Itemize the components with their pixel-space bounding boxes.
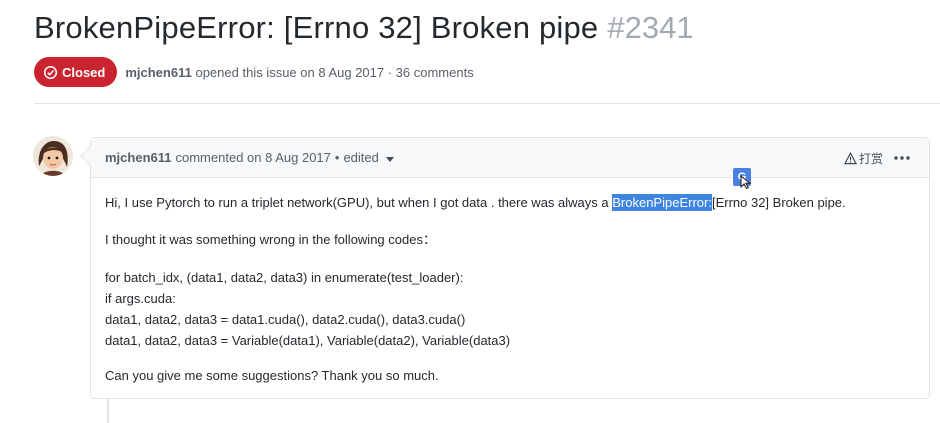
separator-dot: • [334, 150, 340, 165]
body-p1-text: Hi, I use Pytorch to run a triplet netwo… [105, 195, 613, 210]
timeline-line [107, 398, 109, 423]
edited-label: edited [343, 150, 379, 165]
body-p1-tail: [Errno 32] Broken pipe. [711, 195, 846, 210]
issue-number: #2341 [607, 10, 694, 45]
report-label[interactable]: 打赏 [859, 150, 883, 167]
code-line: if args.cuda: [105, 291, 176, 306]
issue-author-link[interactable]: mjchen611 [125, 65, 192, 80]
body-paragraph-1: Hi, I use Pytorch to run a triplet netwo… [105, 194, 846, 212]
comment-box: mjchen611 commented on 8 Aug 2017 • edit… [80, 137, 930, 399]
code-line: for batch_idx, (data1, data2, data3) in … [105, 270, 464, 285]
code-line: data1, data2, data3 = Variable(data1), V… [105, 333, 511, 348]
body-paragraph-3: Can you give me some suggestions? Thank … [105, 368, 439, 383]
issue-meta: Closed mjchen611 opened this issue on 8 … [34, 57, 474, 87]
report-icon[interactable] [843, 151, 857, 165]
comment-actions: 打赏 [843, 138, 911, 178]
header-divider [34, 103, 940, 104]
status-label: Closed [62, 64, 106, 80]
chevron-down-icon [385, 157, 394, 162]
avatar-image [33, 136, 73, 176]
title-row: BrokenPipeError: [Errno 32] Broken pipe … [34, 10, 914, 46]
issue-title: BrokenPipeError: [Errno 32] Broken pipe [34, 10, 599, 45]
edited-dropdown[interactable]: edited [343, 150, 394, 165]
code-line: data1, data2, data3 = data1.cuda(), data… [105, 312, 466, 327]
comment-header: mjchen611 commented on 8 Aug 2017 • edit… [91, 138, 929, 178]
code-block: for batch_idx, (data1, data2, data3) in … [105, 267, 510, 351]
avatar[interactable] [33, 136, 73, 176]
more-icon[interactable] [893, 155, 911, 161]
issue-header: BrokenPipeError: [Errno 32] Broken pipe … [34, 10, 914, 46]
status-badge: Closed [34, 57, 118, 87]
issue-closed-icon [43, 65, 58, 79]
body-paragraph-2: I thought it was something wrong in the … [105, 232, 436, 247]
cursor-icon [740, 175, 752, 189]
comment-timestamp[interactable]: commented on 8 Aug 2017 [176, 150, 331, 165]
issue-meta-text: mjchen611 opened this issue on 8 Aug 201… [125, 65, 473, 80]
issue-meta-detail: opened this issue on 8 Aug 2017 · 36 com… [195, 64, 474, 80]
selected-text: BrokenPipeError: [612, 194, 712, 211]
comment-author-link[interactable]: mjchen611 [105, 150, 172, 165]
